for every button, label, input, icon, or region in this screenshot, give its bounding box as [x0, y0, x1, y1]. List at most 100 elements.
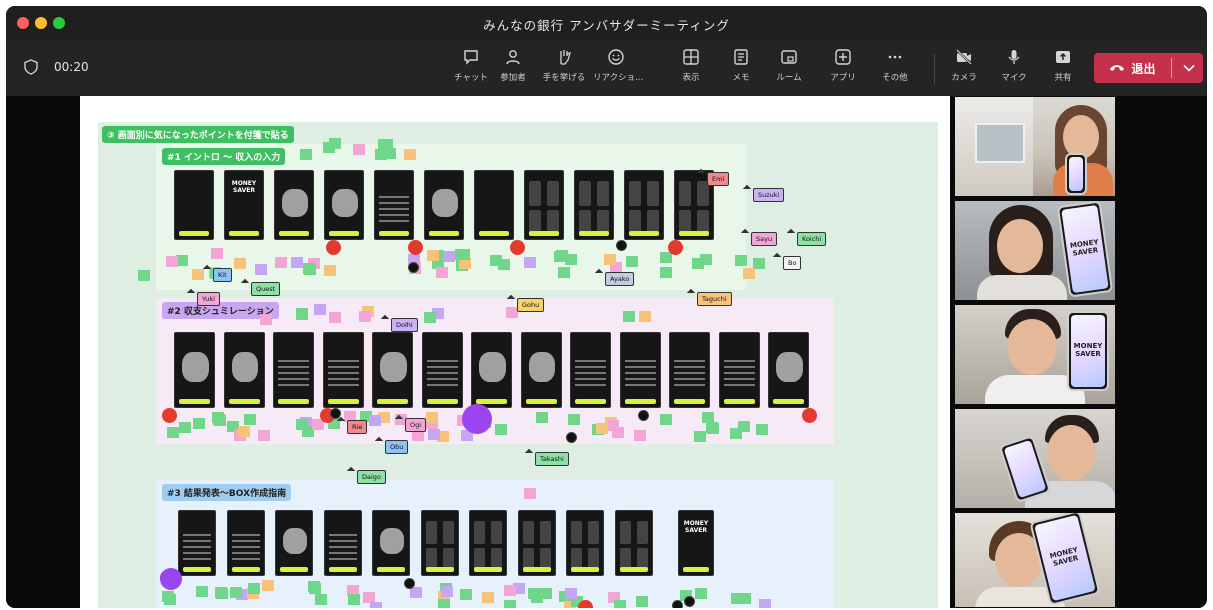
red-dot-marker[interactable]: [326, 240, 341, 255]
sticky-note[interactable]: [369, 415, 381, 426]
screen-frame[interactable]: [374, 170, 414, 240]
red-dot-marker[interactable]: [578, 600, 593, 608]
screen-frame[interactable]: [619, 332, 661, 408]
sticky-note[interactable]: [565, 254, 577, 265]
sticky-note[interactable]: [730, 428, 742, 439]
sticky-note[interactable]: [694, 431, 706, 442]
sticky-note[interactable]: [410, 587, 422, 598]
screen-frame[interactable]: [718, 332, 760, 408]
sticky-note[interactable]: [441, 586, 453, 597]
sticky-note[interactable]: [255, 264, 267, 275]
sticky-note[interactable]: [211, 248, 223, 259]
rooms-button[interactable]: ルーム: [766, 48, 812, 83]
screen-frame[interactable]: [524, 170, 564, 240]
more-button[interactable]: その他: [872, 48, 918, 83]
red-dot-marker[interactable]: [408, 240, 423, 255]
sticky-note[interactable]: [375, 149, 387, 160]
screen-frame[interactable]: MONEY SAVER: [224, 170, 264, 240]
view-button[interactable]: 表示: [668, 48, 714, 83]
sticky-note[interactable]: [482, 592, 494, 603]
screen-frame[interactable]: [274, 170, 314, 240]
screen-frame[interactable]: [669, 332, 710, 408]
sticky-note[interactable]: [607, 420, 619, 431]
sticky-note[interactable]: [504, 585, 516, 596]
sticky-note[interactable]: [524, 488, 536, 499]
sticky-note[interactable]: [196, 586, 208, 597]
notes-button[interactable]: メモ: [718, 48, 764, 83]
sticky-note[interactable]: [455, 249, 467, 260]
screen-frame[interactable]: [226, 510, 265, 576]
screen-frame[interactable]: [372, 510, 410, 576]
screen-frame[interactable]: [614, 510, 653, 576]
leave-button[interactable]: 退出: [1094, 53, 1171, 83]
participants-button[interactable]: 参加者: [490, 48, 536, 83]
screen-frame[interactable]: [323, 510, 362, 576]
sticky-note[interactable]: [743, 268, 755, 279]
screen-frame[interactable]: [574, 170, 614, 240]
sticky-note[interactable]: [275, 257, 287, 268]
sticky-note[interactable]: [639, 311, 651, 322]
sticky-note[interactable]: [230, 587, 242, 598]
sticky-note[interactable]: [660, 252, 672, 263]
screen-frame[interactable]: [474, 170, 514, 240]
sticky-note[interactable]: [660, 414, 672, 425]
sticky-note[interactable]: [428, 429, 440, 440]
sticky-note[interactable]: [234, 258, 246, 269]
chat-button[interactable]: チャット: [448, 48, 494, 83]
sticky-note[interactable]: [296, 309, 308, 320]
sticky-note[interactable]: [460, 589, 472, 600]
sticky-note[interactable]: [304, 264, 316, 275]
red-dot-marker[interactable]: [162, 408, 177, 423]
sticky-note[interactable]: [436, 267, 448, 278]
mic-button[interactable]: マイク: [991, 48, 1037, 83]
sticky-note[interactable]: [164, 594, 176, 605]
participant-video-3[interactable]: MONEY SAVER: [954, 304, 1116, 405]
sticky-note[interactable]: [424, 312, 436, 323]
sticky-note[interactable]: [695, 588, 707, 599]
screen-frame[interactable]: [273, 332, 314, 408]
sticky-note[interactable]: [443, 251, 455, 262]
sticky-note[interactable]: [604, 254, 616, 265]
screen-frame[interactable]: [372, 332, 413, 408]
participant-video-5[interactable]: MONEY SAVER: [954, 512, 1116, 608]
raise-hand-button[interactable]: 手を挙げる: [541, 48, 587, 83]
sticky-note[interactable]: [314, 304, 326, 315]
sticky-note[interactable]: [348, 594, 360, 605]
sticky-note[interactable]: [626, 256, 638, 267]
sticky-note[interactable]: [660, 267, 672, 278]
sticky-note[interactable]: [296, 419, 308, 430]
screen-frame[interactable]: [421, 332, 463, 408]
sticky-note[interactable]: [404, 149, 416, 160]
sticky-note[interactable]: [636, 596, 648, 607]
sticky-note[interactable]: [700, 254, 712, 265]
participant-video-1[interactable]: [954, 96, 1116, 197]
screen-frame[interactable]: [570, 332, 611, 408]
black-dot-marker[interactable]: [616, 240, 627, 251]
screen-frame[interactable]: [324, 170, 364, 240]
black-dot-marker[interactable]: [638, 410, 649, 421]
red-dot-marker[interactable]: [668, 240, 683, 255]
black-dot-marker[interactable]: [404, 578, 415, 589]
reactions-button[interactable]: リアクショ...: [593, 48, 643, 83]
sticky-note[interactable]: [179, 422, 191, 433]
camera-button[interactable]: カメラ: [941, 48, 987, 83]
sticky-note[interactable]: [214, 415, 226, 426]
screen-frame[interactable]: [178, 510, 216, 576]
sticky-note[interactable]: [759, 599, 771, 608]
sticky-note[interactable]: [524, 257, 536, 268]
sticky-note[interactable]: [315, 594, 327, 605]
sticky-note[interactable]: [756, 424, 768, 435]
red-dot-marker[interactable]: [510, 240, 525, 255]
sticky-note[interactable]: [370, 602, 382, 608]
sticky-note[interactable]: [324, 265, 336, 276]
sticky-note[interactable]: [731, 593, 743, 604]
sticky-note[interactable]: [490, 255, 502, 266]
sticky-note[interactable]: [427, 250, 439, 261]
sticky-note[interactable]: [167, 427, 179, 438]
apps-button[interactable]: アプリ: [820, 48, 866, 83]
leave-options-button[interactable]: [1174, 53, 1203, 83]
sticky-note[interactable]: [193, 418, 205, 429]
screen-frame[interactable]: [322, 332, 364, 408]
sticky-note[interactable]: [634, 430, 646, 441]
black-dot-marker[interactable]: [408, 262, 419, 273]
